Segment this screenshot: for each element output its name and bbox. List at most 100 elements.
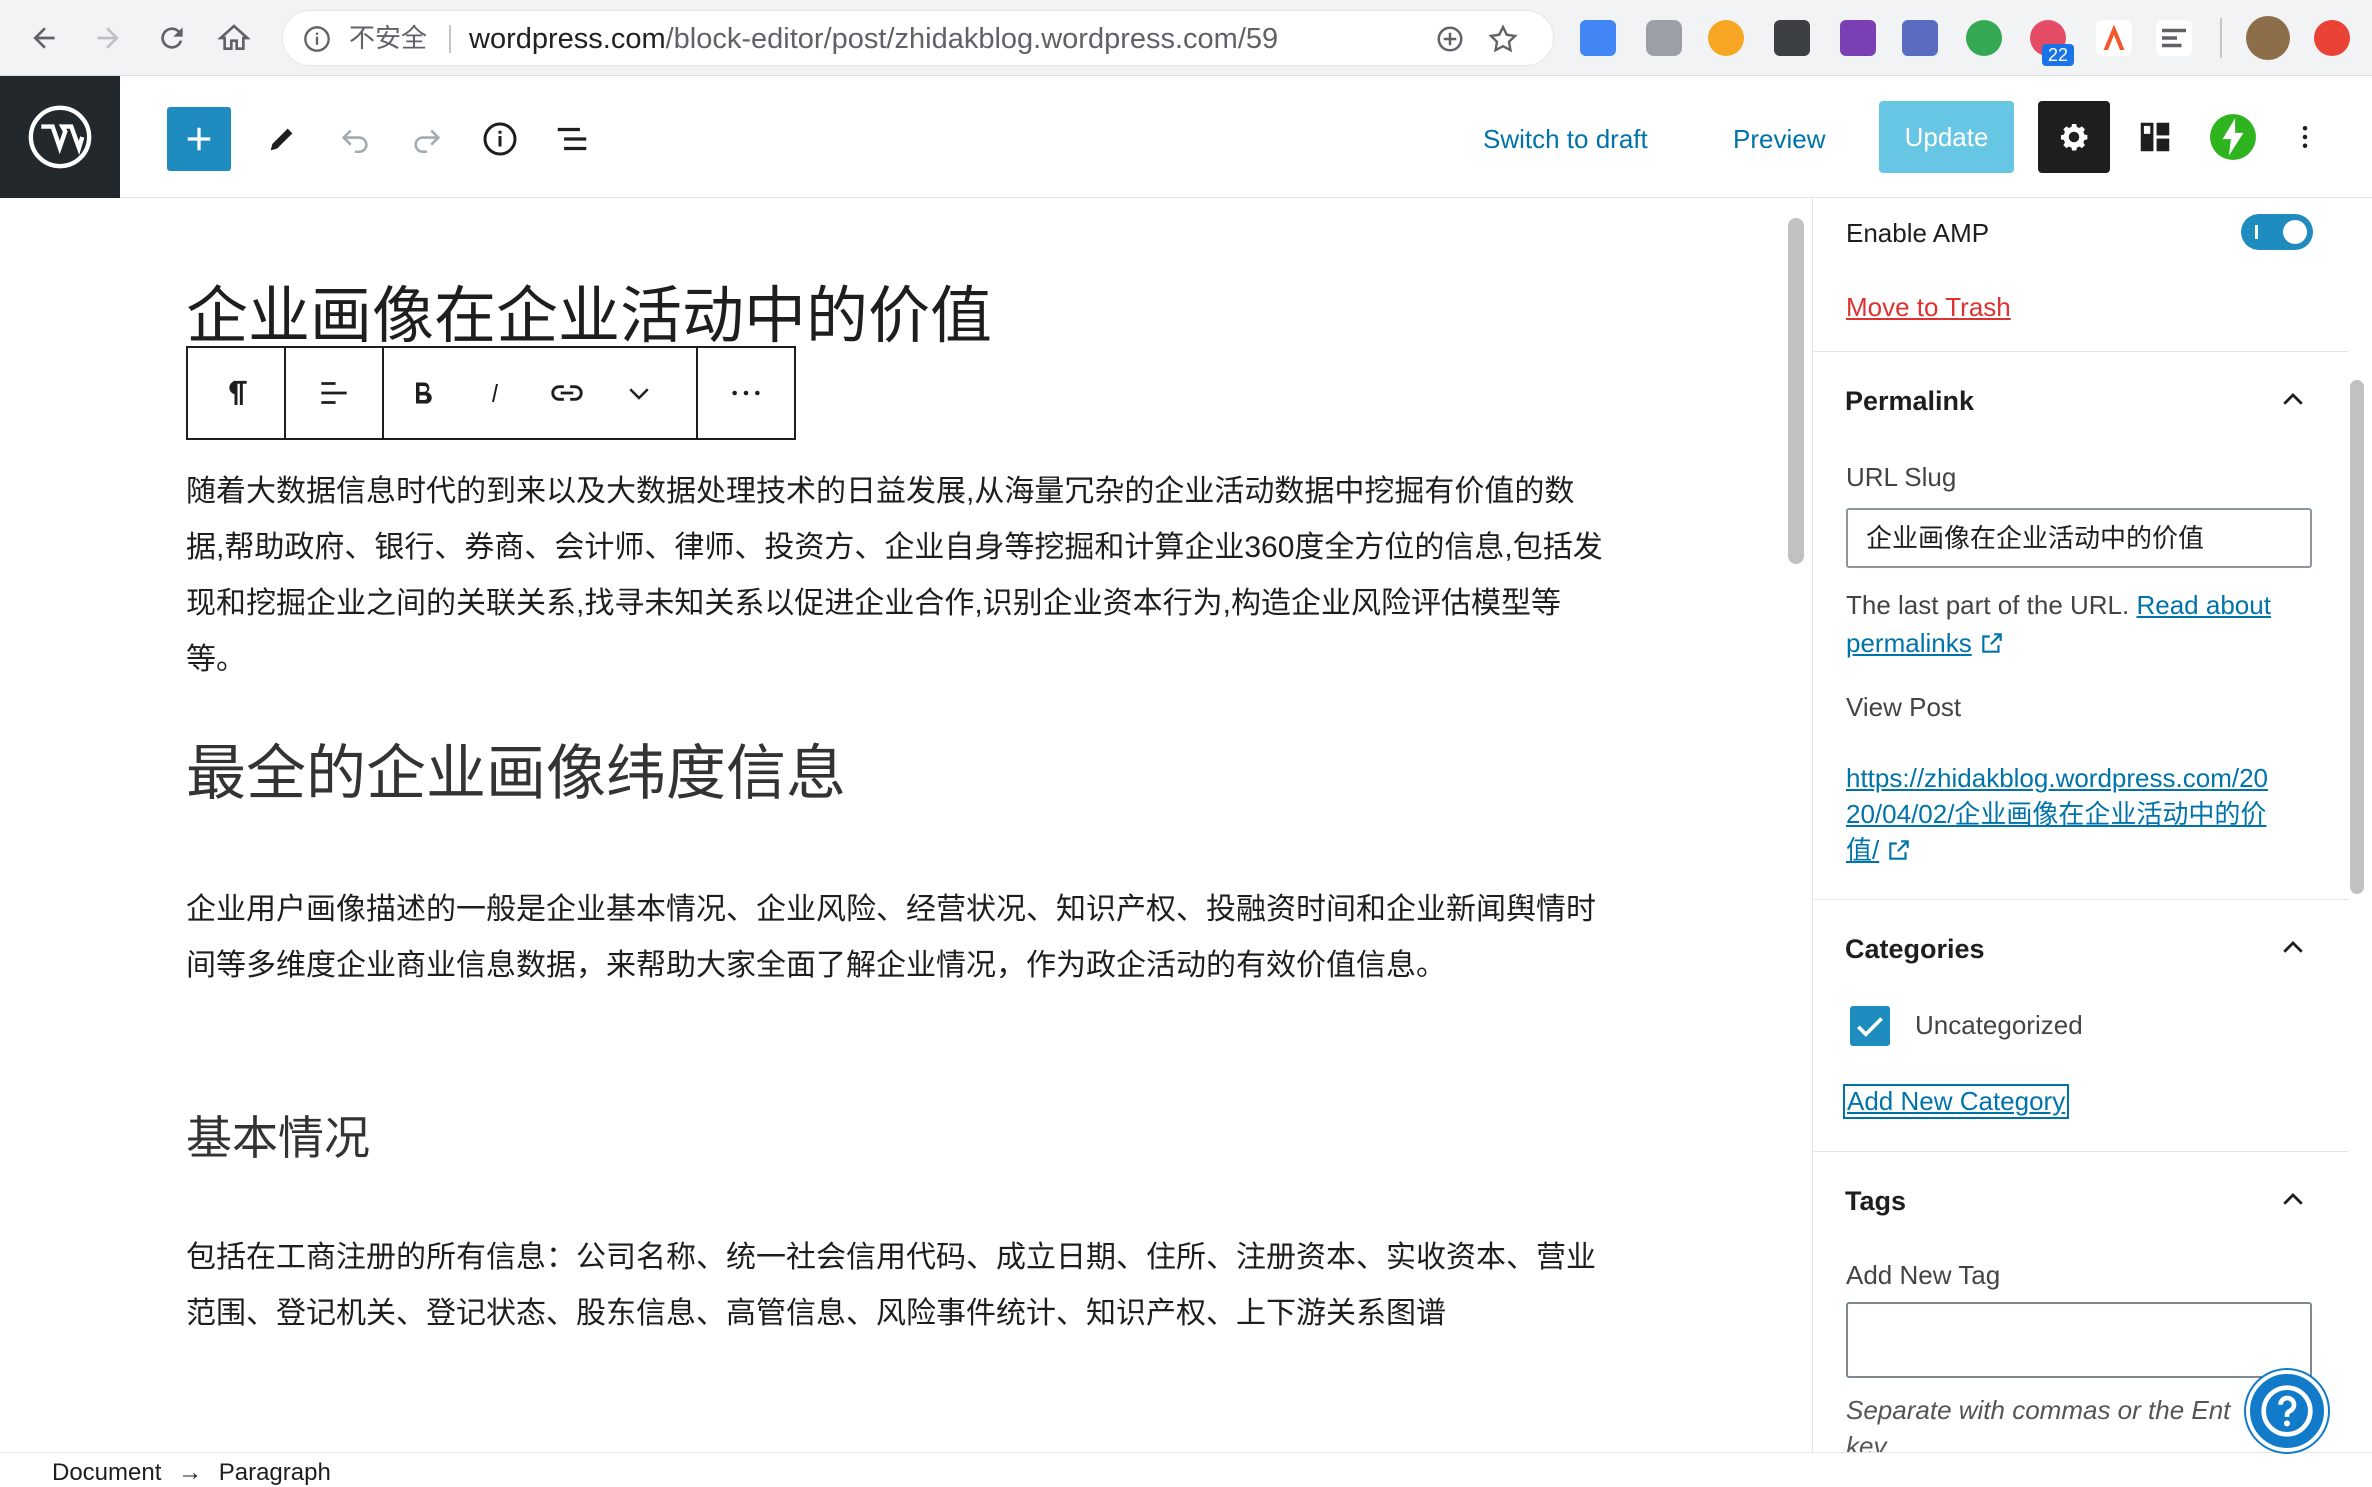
wordpress-logo-button[interactable] [0, 76, 120, 198]
toggle-knob [2283, 220, 2307, 244]
reload-button[interactable] [148, 14, 196, 62]
breadcrumb-document[interactable]: Document [52, 1459, 161, 1486]
chevron-up-icon [2283, 941, 2303, 953]
view-post-link-line2[interactable]: 20/04/02/企业画像在企业活动中的价 [1846, 799, 2266, 829]
address-bar[interactable]: 不安全 wordpress.com/block-editor/post/zhid… [282, 10, 1554, 66]
switch-to-draft-button[interactable]: Switch to draft [1483, 116, 1648, 162]
more-menu-button[interactable] [2278, 110, 2332, 164]
back-button[interactable] [20, 14, 68, 62]
update-extension-icon[interactable] [2314, 20, 2350, 56]
redo-button[interactable] [400, 112, 454, 166]
paragraph-block[interactable]: 包括在工商注册的所有信息：公司名称、统一社会信用代码、成立日期、住所、注册资本、… [186, 1230, 1606, 1342]
permalinks-link[interactable]: permalinks [1846, 628, 1972, 658]
ellipsis-icon [732, 390, 760, 396]
external-link-icon [1982, 633, 2002, 653]
pencil-icon [270, 128, 293, 151]
uncategorized-label[interactable]: Uncategorized [1915, 1010, 2083, 1041]
info-icon[interactable] [303, 25, 331, 53]
change-block-type-button[interactable] [188, 348, 284, 438]
categories-heading[interactable]: Categories [1845, 934, 1985, 965]
permalink-toggle[interactable] [2273, 380, 2313, 420]
view-post-link-line3[interactable]: 值/ [1846, 835, 1879, 865]
toolbar-divider [2220, 18, 2222, 58]
content-info-button[interactable] [473, 112, 527, 166]
profile-avatar[interactable] [2246, 16, 2290, 60]
subheading-block[interactable]: 基本情况 [186, 1110, 370, 1166]
undo-button[interactable] [328, 112, 382, 166]
preview-button[interactable]: Preview [1733, 116, 1825, 162]
permalink-panel: Permalink URL Slug 企业画像在企业活动中的价值 The las… [1813, 352, 2348, 900]
categories-panel: Categories Uncategorized Add New Categor… [1813, 900, 2348, 1152]
checkmark-icon [1857, 1017, 1883, 1037]
plus-icon [187, 127, 211, 151]
external-link-icon [1889, 840, 1910, 860]
url-host: wordpress.com [469, 23, 666, 55]
edit-mode-button[interactable] [255, 112, 309, 166]
enable-amp-toggle[interactable] [2241, 214, 2313, 250]
lines-extension-icon[interactable] [2156, 20, 2192, 56]
more-options-button[interactable] [698, 348, 794, 438]
block-navigation-button[interactable] [545, 112, 599, 166]
url-slug-input[interactable]: 企业画像在企业活动中的价值 [1846, 508, 2312, 568]
update-button[interactable]: Update [1879, 101, 2014, 173]
align-button[interactable] [286, 348, 382, 438]
paragraph-block[interactable]: 企业用户画像描述的一般是企业基本情况、企业风险、经营状况、知识产权、投融资时间和… [186, 882, 1606, 994]
help-button[interactable] [2246, 1370, 2328, 1452]
extension-badge: 22 [2042, 44, 2075, 66]
translate-extension-icon[interactable] [1580, 20, 1616, 56]
camera-extension-icon[interactable] [1646, 20, 1682, 56]
settings-button[interactable] [2038, 101, 2110, 173]
breadcrumb-arrow: → [178, 1459, 203, 1486]
home-button[interactable] [210, 14, 258, 62]
bold-button[interactable] [384, 348, 462, 438]
infinity-extension-icon[interactable] [1708, 20, 1744, 56]
align-left-icon [321, 382, 347, 404]
view-post-label: View Post [1846, 692, 1962, 722]
gear-icon [2060, 123, 2088, 151]
permalink-help-text: The last part of the URL. [1846, 590, 2130, 620]
jetpack-button[interactable] [2206, 110, 2260, 164]
window-extension-icon[interactable] [1902, 20, 1938, 56]
post-title[interactable]: 企业画像在企业活动中的价值 [186, 280, 992, 354]
paragraph-icon [229, 380, 247, 405]
paragraph-block[interactable]: 随着大数据信息时代的到来以及大数据处理技术的日益发展,从海量冗杂的企业活动数据中… [186, 464, 1606, 688]
italic-button[interactable] [462, 348, 530, 438]
editor-scrollbar[interactable] [1788, 218, 1804, 564]
more-formatting-button[interactable] [604, 348, 674, 438]
zoom-plus-icon[interactable] [1435, 24, 1465, 54]
add-block-button[interactable] [167, 107, 231, 171]
forward-button[interactable] [84, 14, 132, 62]
post-status-panel: Enable AMP Move to Trash [1813, 198, 2348, 352]
categories-toggle[interactable] [2273, 928, 2313, 968]
onenote-extension-icon[interactable] [1840, 20, 1876, 56]
read-about-link[interactable]: Read about [2136, 590, 2270, 620]
chevron-down-icon [629, 388, 649, 400]
layout-icon [2140, 122, 2170, 152]
tags-help: Separate with commas or the Ent key. [1846, 1392, 2230, 1452]
permalink-heading[interactable]: Permalink [1845, 386, 1974, 417]
view-post-link-line1[interactable]: https://zhidakblog.wordpress.com/20 [1846, 763, 2268, 793]
block-patterns-button[interactable] [2128, 110, 2182, 164]
url-text[interactable]: wordpress.com/block-editor/post/zhidakbl… [469, 11, 1278, 67]
add-new-category-link[interactable]: Add New Category [1842, 1084, 2070, 1119]
move-to-trash-link[interactable]: Move to Trash [1846, 292, 2011, 323]
chrome-extension-icon[interactable] [1966, 20, 2002, 56]
heading-block[interactable]: 最全的企业画像纬度信息 [186, 738, 846, 810]
url-path: /block-editor/post/zhidakblog.wordpress.… [665, 23, 1279, 55]
tags-heading[interactable]: Tags [1845, 1186, 1906, 1217]
link-button[interactable] [530, 348, 604, 438]
sidebar-scrollbar[interactable] [2350, 380, 2364, 894]
link-icon [551, 385, 583, 401]
add-new-tag-input[interactable] [1846, 1302, 2312, 1378]
home-icon [218, 24, 250, 50]
bulb-extension-icon[interactable] [1774, 20, 1810, 56]
bookmark-star-icon[interactable] [1487, 23, 1519, 55]
caret-extension-icon[interactable] [2096, 20, 2132, 56]
tags-toggle[interactable] [2273, 1180, 2313, 1220]
toggle-on-indicator [2255, 225, 2258, 239]
breadcrumb: Document → Paragraph [52, 1459, 331, 1487]
list-view-icon [557, 127, 587, 151]
uncategorized-checkbox[interactable] [1850, 1006, 1890, 1046]
breadcrumb-paragraph[interactable]: Paragraph [219, 1459, 331, 1486]
url-slug-label: URL Slug [1846, 462, 1957, 492]
